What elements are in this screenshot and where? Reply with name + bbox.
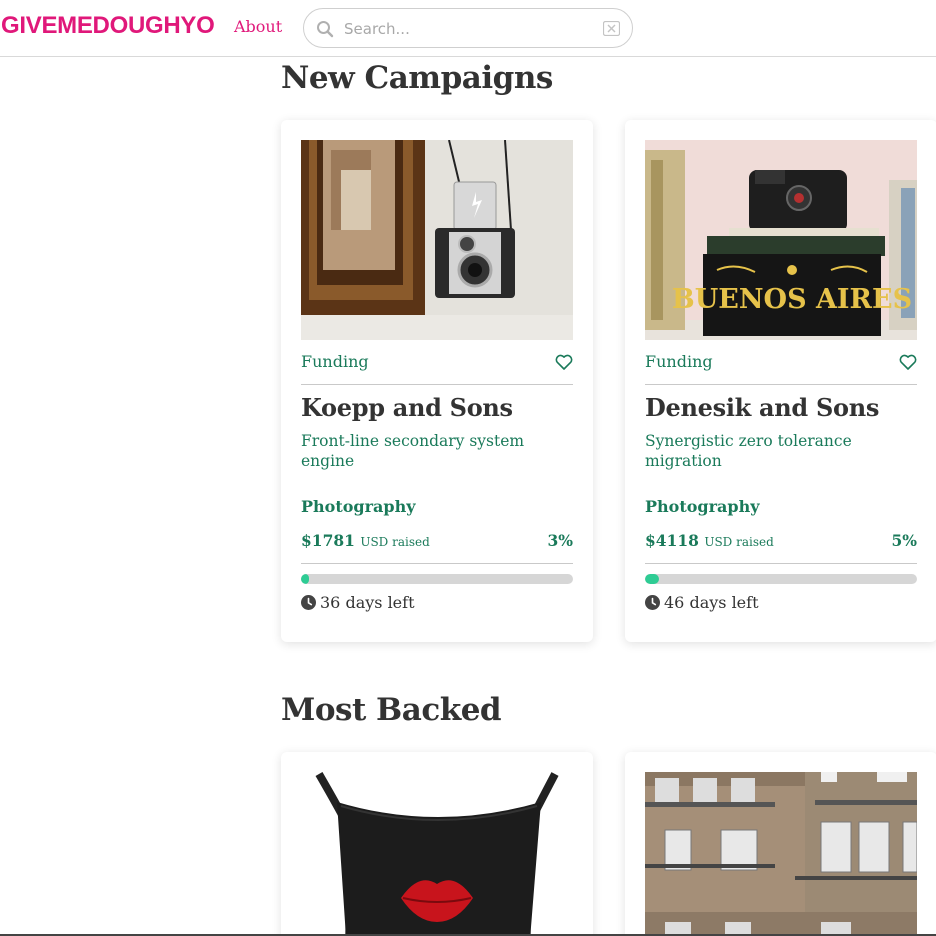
divider [645,384,917,385]
campaign-status: Funding [301,352,369,371]
amount-raised: $1781 USD raised [301,531,430,550]
search-box[interactable] [303,8,633,48]
campaign-image-building[interactable] [645,772,917,936]
campaign-card[interactable]: BUENOS AIRES Funding Denesik and Sons Sy… [625,120,936,642]
campaign-category[interactable]: Photography [301,497,416,516]
campaign-card[interactable] [281,752,593,936]
clock-icon [645,595,660,610]
campaign-description: Front-line secondary system engine [301,432,525,470]
progress-bar [301,574,573,584]
progress-fill [645,574,659,584]
buenos-aires-sign-text: BUENOS AIRES [672,284,912,315]
days-left-text: 36 days left [320,593,415,612]
site-logo[interactable]: GIVEMEDOUGHYO [1,12,215,40]
divider [645,563,917,564]
new-campaigns-heading: New Campaigns [281,60,553,96]
clear-search-icon[interactable] [603,21,620,36]
campaign-title[interactable]: Koepp and Sons [301,393,513,422]
funded-percent: 3% [547,531,573,550]
campaign-card[interactable] [625,752,936,936]
campaign-image-face-mask[interactable] [301,772,573,936]
amount-raised: $4118 USD raised [645,531,774,550]
progress-bar [645,574,917,584]
amount-value: $4118 [645,531,699,550]
divider [301,563,573,564]
currency-label: USD raised [360,535,430,549]
campaign-category[interactable]: Photography [645,497,760,516]
heart-icon[interactable] [899,354,917,370]
top-nav-bar: GIVEMEDOUGHYO About [0,0,936,57]
search-input[interactable] [344,17,594,41]
amount-value: $1781 [301,531,355,550]
funded-percent: 5% [891,531,917,550]
heart-icon[interactable] [555,354,573,370]
days-left: 36 days left [301,593,415,612]
search-icon [317,21,334,38]
about-link[interactable]: About [234,17,282,36]
days-left-text: 46 days left [664,593,759,612]
progress-fill [301,574,310,584]
campaign-card[interactable]: Funding Koepp and Sons Front-line second… [281,120,593,642]
clock-icon [301,595,316,610]
campaign-status: Funding [645,352,713,371]
campaign-image-camera[interactable] [301,140,573,340]
currency-label: USD raised [704,535,774,549]
most-backed-heading: Most Backed [281,692,502,728]
campaign-description: Synergistic zero tolerance migration [645,432,852,470]
days-left: 46 days left [645,593,759,612]
campaign-title[interactable]: Denesik and Sons [645,393,879,422]
divider [301,384,573,385]
campaign-image-buenos-aires[interactable]: BUENOS AIRES [645,140,917,340]
